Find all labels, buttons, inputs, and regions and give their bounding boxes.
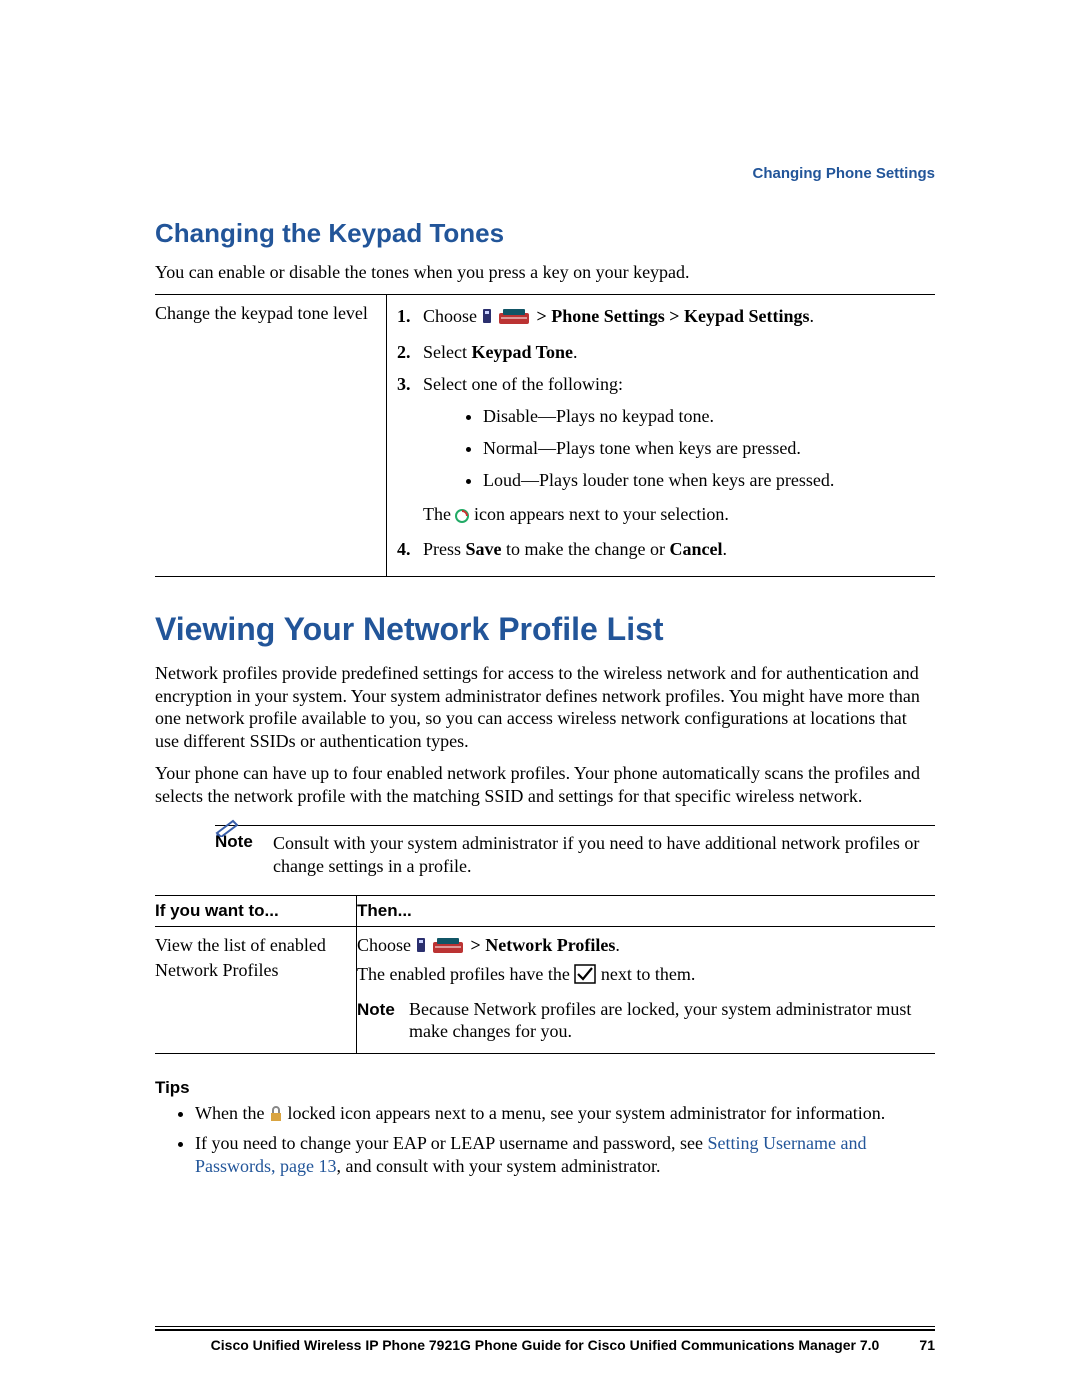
lock-icon	[269, 1105, 283, 1128]
th-if: If you want to...	[155, 896, 357, 927]
opt-disable: Disable—Plays no keypad tone.	[483, 403, 929, 429]
nav-key-icon	[416, 935, 426, 960]
step2-pre: Select	[423, 342, 471, 362]
footer-page-number: 71	[895, 1337, 935, 1353]
step3-aux: The icon appears next to your selection.	[423, 501, 929, 530]
td-then-view: Choose > Network Profiles. The enabled p…	[357, 927, 936, 1053]
note-pencil-icon	[215, 819, 241, 842]
if-then-table: If you want to... Then... View the list …	[155, 895, 935, 1053]
intro-keypad: You can enable or disable the tones when…	[155, 261, 935, 284]
row-label: Change the keypad tone level	[155, 294, 387, 577]
inner-note-text: Because Network profiles are locked, you…	[409, 998, 929, 1043]
step-2: Select Keypad Tone.	[415, 339, 929, 365]
nav-key-icon	[482, 305, 492, 331]
inner-note-label: Note	[357, 998, 409, 1043]
step-3: Select one of the following: Disable—Pla…	[415, 371, 929, 530]
para-np-2: Your phone can have up to four enabled n…	[155, 762, 935, 807]
opt-loud: Loud—Plays louder tone when keys are pre…	[483, 467, 929, 493]
keypad-procedure-table: Change the keypad tone level Choose > Ph…	[155, 294, 935, 578]
footer-title: Cisco Unified Wireless IP Phone 7921G Ph…	[195, 1337, 895, 1353]
opt-normal: Normal—Plays tone when keys are pressed.	[483, 435, 929, 461]
tips-list: When the locked icon appears next to a m…	[155, 1102, 935, 1179]
tips-heading: Tips	[155, 1078, 935, 1098]
step3-text: Select one of the following:	[423, 374, 623, 394]
heading-keypad-tones: Changing the Keypad Tones	[155, 218, 935, 249]
step1-pre: Choose	[423, 306, 482, 326]
step1-path: > Phone Settings > Keypad Settings	[537, 306, 810, 326]
step2-bold: Keypad Tone	[471, 342, 573, 362]
step-1: Choose > Phone Settings > Keypad Setting…	[415, 303, 929, 333]
procedure-steps-cell: Choose > Phone Settings > Keypad Setting…	[387, 294, 936, 577]
tip-2: If you need to change your EAP or LEAP u…	[195, 1132, 935, 1179]
th-then: Then...	[357, 896, 936, 927]
checkmark-box-icon	[574, 964, 596, 991]
note-text: Consult with your system administrator i…	[273, 832, 935, 877]
selection-dot-icon	[455, 504, 469, 530]
step-4: Press Save to make the change or Cancel.	[415, 536, 929, 562]
settings-toolbox-icon	[498, 307, 530, 333]
page-footer: Cisco Unified Wireless IP Phone 7921G Ph…	[155, 1329, 935, 1353]
para-np-1: Network profiles provide predefined sett…	[155, 662, 935, 752]
running-header: Changing Phone Settings	[753, 165, 936, 182]
tip-1: When the locked icon appears next to a m…	[195, 1102, 935, 1128]
heading-network-profile: Viewing Your Network Profile List	[155, 611, 935, 648]
td-if-view: View the list of enabled Network Profile…	[155, 927, 357, 1053]
settings-toolbox-icon	[432, 937, 464, 962]
